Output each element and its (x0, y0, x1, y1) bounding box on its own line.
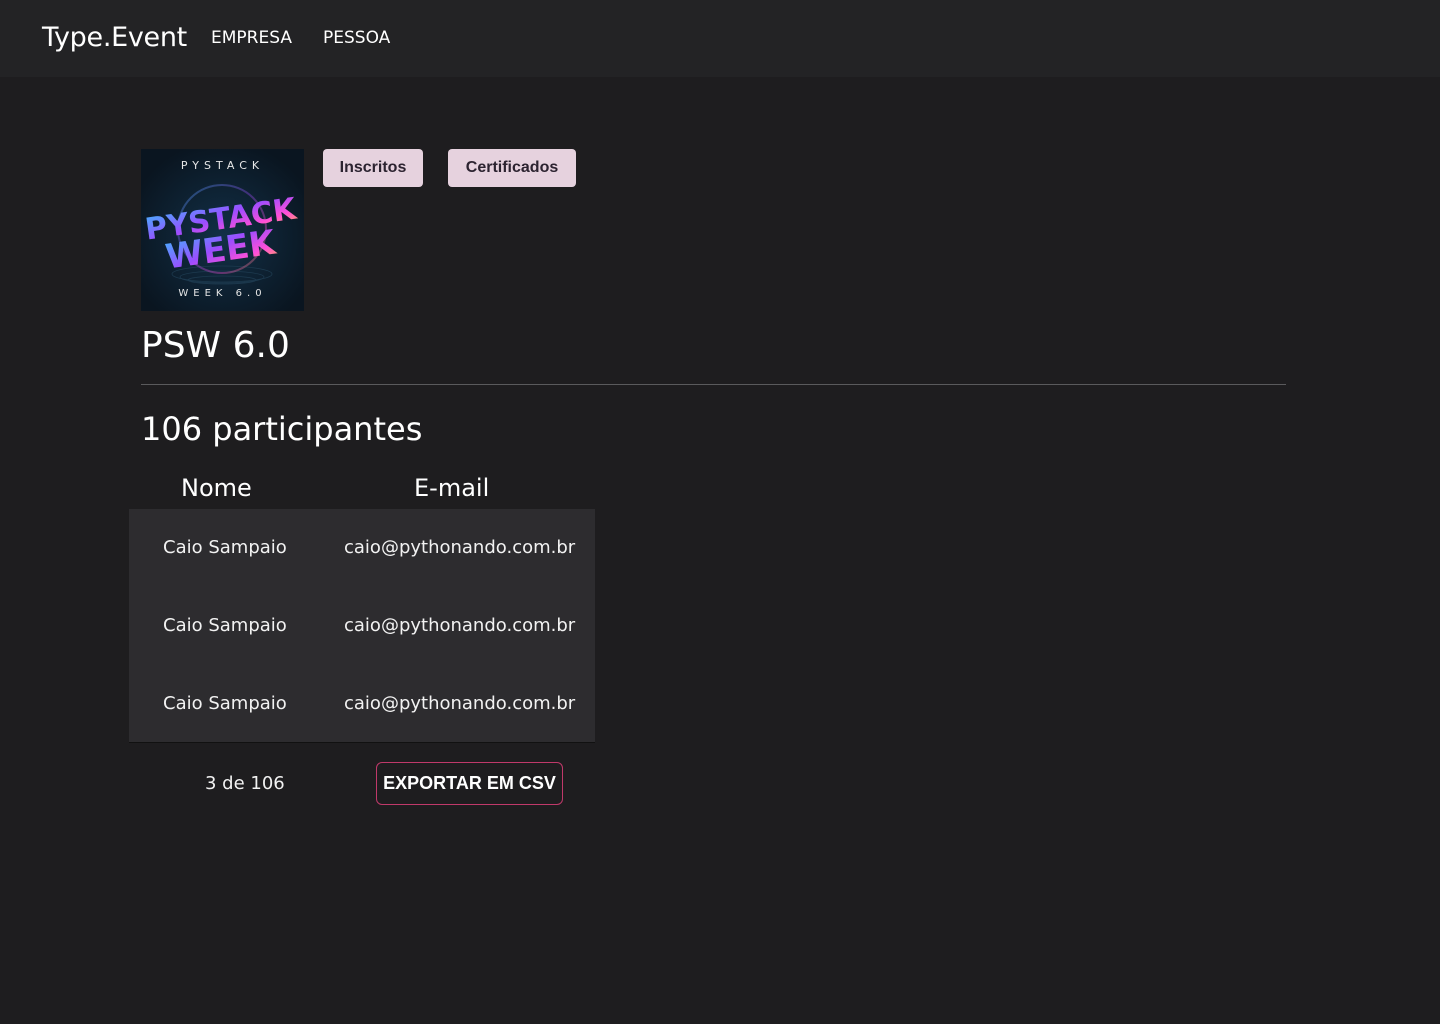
nav-link-pessoa[interactable]: PESSOA (323, 28, 390, 48)
event-title: PSW 6.0 (141, 325, 290, 366)
table-row: Caio Sampaio caio@pythonando.com.br (129, 509, 595, 587)
participant-email: caio@pythonando.com.br (344, 537, 576, 558)
navbar: Type.Event EMPRESA PESSOA (0, 0, 1440, 77)
event-cover-image: PYSTACK WEEK PYSTACK WEEK 6.0 (141, 149, 304, 311)
background-glow (0, 764, 1440, 1024)
participant-name: Caio Sampaio (163, 615, 287, 636)
participant-email: caio@pythonando.com.br (344, 615, 576, 636)
participants-table: Caio Sampaio caio@pythonando.com.br Caio… (129, 509, 595, 743)
divider (141, 384, 1286, 385)
brand-logo[interactable]: Type.Event (42, 22, 187, 53)
table-row: Caio Sampaio caio@pythonando.com.br (129, 587, 595, 665)
nav-link-empresa[interactable]: EMPRESA (211, 28, 292, 48)
participant-email: caio@pythonando.com.br (344, 693, 576, 714)
participant-name: Caio Sampaio (163, 537, 287, 558)
certificados-button[interactable]: Certificados (448, 149, 576, 187)
export-csv-button[interactable]: EXPORTAR EM CSV (376, 762, 563, 805)
cover-top-text: PYSTACK (180, 159, 265, 172)
inscritos-button[interactable]: Inscritos (323, 149, 423, 187)
cover-bottom-text: WEEK 6.0 (178, 288, 267, 299)
pagination-label: 3 de 106 (205, 773, 285, 794)
column-header-email: E-mail (414, 474, 490, 502)
column-header-nome: Nome (181, 474, 252, 502)
pystack-logo-icon: PYSTACK WEEK (141, 149, 304, 311)
table-row: Caio Sampaio caio@pythonando.com.br (129, 665, 595, 743)
participants-count: 106 participantes (141, 410, 423, 448)
participant-name: Caio Sampaio (163, 693, 287, 714)
table-divider (129, 742, 595, 743)
